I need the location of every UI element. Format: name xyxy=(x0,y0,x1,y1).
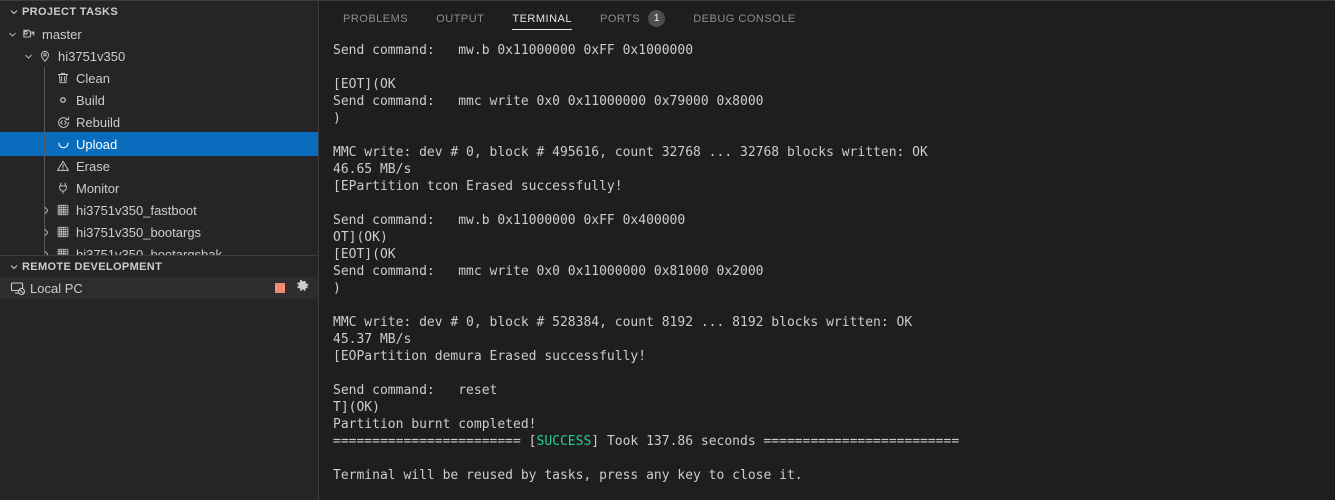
tree-item-label: Upload xyxy=(76,136,118,152)
tab-label: PROBLEMS xyxy=(343,12,409,25)
chevron-down-icon xyxy=(6,261,22,273)
tree-item-label: Rebuild xyxy=(76,114,121,130)
source-control-icon xyxy=(20,27,38,42)
chevron-right-icon[interactable] xyxy=(38,249,54,255)
terminal-line: [EPartition tcon Erased successfully! xyxy=(333,179,623,194)
terminal-line: Terminal will be reused by tasks, press … xyxy=(333,468,803,483)
tree-item-rebuild[interactable]: Rebuild xyxy=(0,111,318,133)
location-pin-icon xyxy=(36,49,54,63)
upload-arc-icon xyxy=(54,137,72,152)
tree-item-label: hi3751v350_bootargs xyxy=(76,224,202,240)
list-item-local-pc[interactable]: Local PC xyxy=(0,277,318,299)
terminal-line: MMC write: dev # 0, block # 495616, coun… xyxy=(333,145,928,160)
tree-item-hi3751v350-fastboot[interactable]: hi3751v350_fastboot xyxy=(0,199,318,221)
terminal-line: ) xyxy=(333,281,341,296)
chevron-down-icon xyxy=(6,6,22,18)
plug-icon xyxy=(54,181,72,195)
terminal-line: Send command: mw.b 0x11000000 0xFF 0x100… xyxy=(333,43,694,58)
warning-triangle-icon xyxy=(54,159,72,173)
terminal-line: ) xyxy=(333,111,341,126)
terminal-segment: SUCCESS xyxy=(536,434,592,449)
terminal-line: Send command: mmc write 0x0 0x11000000 0… xyxy=(333,94,764,109)
tree-item-hi3751v350[interactable]: hi3751v350 xyxy=(0,45,318,67)
tree-item-label: Clean xyxy=(76,70,110,86)
trash-icon xyxy=(54,71,72,85)
tab-label: DEBUG CONSOLE xyxy=(693,12,796,25)
tree-item-label: hi3751v350 xyxy=(58,48,126,64)
tree-item-erase[interactable]: Erase xyxy=(0,155,318,177)
chevron-down-icon[interactable] xyxy=(20,51,36,62)
project-tasks-tree[interactable]: master hi3751v350 Clean Build Rebuild Upload E… xyxy=(0,23,318,255)
tab-ports[interactable]: PORTS 1 xyxy=(590,1,675,36)
tab-output[interactable]: OUTPUT xyxy=(426,1,494,36)
tree-item-label: master xyxy=(42,26,82,42)
tree-item-master[interactable]: master xyxy=(0,23,318,45)
sidebar: PROJECT TASKS master hi3751v350 Clean Build… xyxy=(0,0,318,500)
chevron-right-icon[interactable] xyxy=(38,227,54,238)
terminal-line: T](OK) xyxy=(333,400,380,415)
tree-item-label: Monitor xyxy=(76,180,120,196)
tree-item-label: Build xyxy=(76,92,105,108)
server-icon xyxy=(54,247,72,255)
local-pc-label: Local PC xyxy=(30,280,83,296)
tree-item-label: hi3751v350_fastboot xyxy=(76,202,197,218)
tree-item-label: hi3751v350_bootargsbak xyxy=(76,246,223,256)
terminal-line: ======================== [SUCCESS] Took … xyxy=(333,433,1335,450)
tree-item-build[interactable]: Build xyxy=(0,89,318,111)
gear-icon[interactable] xyxy=(295,279,310,297)
tab-problems[interactable]: PROBLEMS xyxy=(333,1,418,36)
rebuild-code-icon xyxy=(54,115,72,130)
terminal-line: Send command: mw.b 0x11000000 0xFF 0x400… xyxy=(333,213,686,228)
tab-debug-console[interactable]: DEBUG CONSOLE xyxy=(683,1,805,36)
project-tasks-header[interactable]: PROJECT TASKS xyxy=(0,1,318,23)
tab-label: TERMINAL xyxy=(512,12,572,25)
tree-item-clean[interactable]: Clean xyxy=(0,67,318,89)
terminal-line: 46.65 MB/s xyxy=(333,162,412,177)
project-tasks-title: PROJECT TASKS xyxy=(22,6,119,18)
terminal-line: Send command: mmc write 0x0 0x11000000 0… xyxy=(333,264,764,279)
tab-label: OUTPUT xyxy=(436,12,485,25)
tab-terminal[interactable]: TERMINAL xyxy=(502,1,582,36)
terminal-segment: ======================== [ xyxy=(333,434,537,449)
tab-label: PORTS xyxy=(600,12,641,25)
terminal-line: MMC write: dev # 0, block # 528384, coun… xyxy=(333,315,913,330)
tree-item-monitor[interactable]: Monitor xyxy=(0,177,318,199)
remote-development-title: REMOTE DEVELOPMENT xyxy=(22,260,163,273)
chevron-down-icon[interactable] xyxy=(4,29,20,40)
remote-list: Local PC xyxy=(0,277,318,299)
terminal-output[interactable]: Send command: mw.b 0x11000000 0xFF 0x100… xyxy=(319,36,1335,500)
tree-item-hi3751v350-bootargsbak[interactable]: hi3751v350_bootargsbak xyxy=(0,243,318,255)
terminal-line: Send command: reset xyxy=(333,383,498,398)
circle-icon xyxy=(54,93,72,107)
chevron-right-icon[interactable] xyxy=(38,205,54,216)
remote-disconnected-icon xyxy=(10,280,30,296)
tab-badge: 1 xyxy=(648,10,666,27)
terminal-line: [EOPartition demura Erased successfully! xyxy=(333,349,647,364)
vscode-window: PROJECT TASKS master hi3751v350 Clean Build… xyxy=(0,0,1335,500)
remote-development-header[interactable]: REMOTE DEVELOPMENT xyxy=(0,255,318,277)
panel-tabs: PROBLEMS OUTPUT TERMINAL PORTS 1 DEBUG CONSOL… xyxy=(319,1,1335,36)
terminal-line: OT](OK) xyxy=(333,230,388,245)
terminal-line: [EOT](OK xyxy=(333,77,396,92)
terminal-line: Partition burnt completed! xyxy=(333,417,537,432)
terminal-line: [EOT](OK xyxy=(333,247,396,262)
terminal-line: 45.37 MB/s xyxy=(333,332,412,347)
server-icon xyxy=(54,203,72,217)
tree-item-label: Erase xyxy=(76,158,110,174)
server-icon xyxy=(54,225,72,239)
terminal-segment: ] Took 137.86 seconds ==================… xyxy=(591,434,960,449)
tree-item-hi3751v350-bootargs[interactable]: hi3751v350_bootargs xyxy=(0,221,318,243)
bottom-panel: PROBLEMS OUTPUT TERMINAL PORTS 1 DEBUG CONSOL… xyxy=(318,0,1335,500)
tree-item-upload[interactable]: Upload xyxy=(0,132,318,156)
status-badge xyxy=(275,283,285,293)
